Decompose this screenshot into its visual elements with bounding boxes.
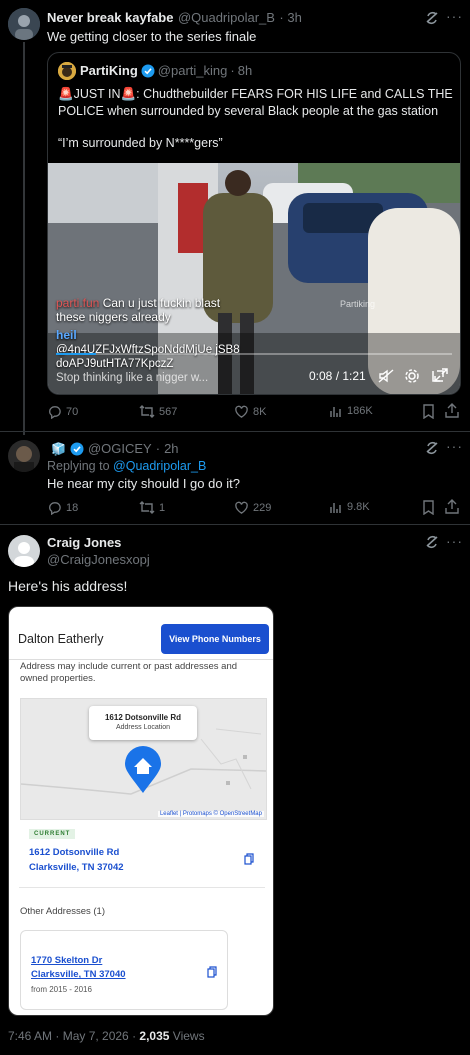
video-time: 0:08 / 1:21 bbox=[309, 369, 366, 383]
quote-text: 🚨JUST IN🚨: Chudthebuilder FEARS FOR HIS … bbox=[58, 87, 453, 118]
grok-icon[interactable] bbox=[424, 10, 440, 26]
grok-icon[interactable] bbox=[424, 440, 440, 456]
progress-track[interactable] bbox=[56, 353, 452, 355]
chat-username: parti.fun bbox=[56, 296, 100, 310]
tweet-time[interactable]: 2h bbox=[164, 441, 178, 456]
view-count: 9.8K bbox=[347, 501, 370, 513]
divider bbox=[0, 431, 470, 432]
map-popup-subtitle: Address Location bbox=[115, 724, 171, 731]
bookmark-icon[interactable] bbox=[422, 404, 435, 419]
share-icon[interactable] bbox=[445, 403, 459, 418]
reply-count: 18 bbox=[66, 501, 79, 514]
current-address-line1[interactable]: 1612 Dotsonville Rd bbox=[29, 847, 119, 858]
quote-text-line2: “I’m surrounded by N****gers” bbox=[58, 136, 223, 150]
reply-icon bbox=[49, 502, 61, 515]
author-name[interactable]: Never break kayfabe bbox=[47, 10, 173, 25]
share-icon[interactable] bbox=[445, 499, 459, 514]
repost-button[interactable]: 567 bbox=[139, 404, 177, 419]
tweet-text: Here's his address! bbox=[8, 578, 128, 594]
tweet-text: He near my city should I go do it? bbox=[47, 476, 240, 491]
tweet-timestamp[interactable]: 7:46 AM · May 7, 2026 · bbox=[8, 1029, 136, 1043]
current-address-line2[interactable]: Clarksville, TN 37042 bbox=[29, 862, 124, 873]
other-address-card[interactable]: 1770 Skelton Dr Clarksville, TN 37040 fr… bbox=[20, 930, 228, 1010]
map-pin-icon[interactable] bbox=[124, 746, 162, 794]
tweet-time[interactable]: 3h bbox=[287, 10, 301, 25]
repost-button[interactable]: 1 bbox=[139, 500, 165, 515]
copy-icon[interactable] bbox=[244, 853, 254, 865]
map-popup-address: 1612 Dotsonville Rd bbox=[104, 713, 182, 722]
map[interactable]: 1612 Dotsonville Rd Address Location Lea… bbox=[20, 698, 267, 820]
map-attribution: Leaflet | Protomaps © OpenStreetMap bbox=[157, 811, 264, 817]
reply-button[interactable]: 18 bbox=[47, 500, 78, 515]
current-badge: CURRENT bbox=[29, 829, 76, 839]
author-name[interactable]: Craig Jones bbox=[47, 535, 121, 550]
reply-icon bbox=[49, 406, 61, 419]
avatar[interactable] bbox=[8, 8, 40, 40]
heart-icon bbox=[235, 405, 248, 418]
other-address-line1[interactable]: 1770 Skelton Dr bbox=[31, 955, 102, 966]
replying-to-label: Replying to bbox=[47, 459, 110, 473]
analytics-icon bbox=[330, 407, 341, 417]
quote-author-handle: @parti_king bbox=[157, 63, 228, 78]
repost-count: 1 bbox=[159, 501, 166, 514]
view-phone-numbers-button[interactable]: View Phone Numbers bbox=[161, 624, 269, 654]
views-button[interactable]: 186K bbox=[329, 404, 373, 418]
repost-icon bbox=[139, 501, 155, 514]
tweet-text: We getting closer to the series finale bbox=[47, 29, 257, 44]
replying-to-handle[interactable]: @Quadripolar_B bbox=[113, 459, 206, 473]
author-handle[interactable]: @OGICEY bbox=[88, 441, 152, 456]
grok-icon[interactable] bbox=[424, 534, 440, 550]
thread-line bbox=[23, 42, 25, 435]
attached-image[interactable]: Dalton Eatherly View Phone Numbers Addre… bbox=[8, 606, 274, 1016]
author-handle[interactable]: @Quadripolar_B bbox=[178, 10, 275, 25]
settings-icon[interactable] bbox=[404, 368, 420, 384]
repost-icon bbox=[139, 405, 155, 418]
avatar[interactable] bbox=[8, 440, 40, 472]
more-icon[interactable]: ··· bbox=[446, 533, 463, 549]
other-address-dates: from 2015 - 2016 bbox=[31, 985, 92, 994]
mute-icon[interactable] bbox=[378, 368, 394, 384]
more-icon[interactable]: ··· bbox=[446, 8, 463, 24]
quote-time: 8h bbox=[237, 63, 253, 78]
avatar[interactable] bbox=[8, 535, 40, 567]
chat-message: Stop thinking like a nigger w... bbox=[56, 372, 209, 384]
chat-username: heil bbox=[56, 328, 77, 342]
repost-count: 567 bbox=[159, 405, 178, 418]
verified-badge-icon bbox=[141, 64, 155, 77]
map-popup: 1612 Dotsonville Rd Address Location bbox=[89, 706, 197, 740]
copy-icon[interactable] bbox=[207, 966, 217, 978]
reply-button[interactable]: 70 bbox=[47, 404, 78, 419]
quoted-tweet[interactable]: PartiKing @parti_king · 8h 🚨JUST IN🚨: Ch… bbox=[47, 52, 461, 395]
chat-message: @4n4UZFJxWftzSpoNddMjUe jSB8doAPJ9utHTA7… bbox=[56, 344, 240, 370]
heart-icon bbox=[235, 501, 248, 514]
address-note: Address may include current or past addr… bbox=[20, 661, 238, 684]
fullscreen-icon[interactable] bbox=[433, 367, 449, 383]
analytics-icon bbox=[330, 503, 341, 513]
other-address-line2[interactable]: Clarksville, TN 37040 bbox=[31, 969, 126, 980]
views-label: Views bbox=[172, 1029, 205, 1043]
views-count: 2,035 bbox=[139, 1029, 170, 1043]
reply-count: 70 bbox=[66, 405, 79, 418]
quote-author-name: PartiKing bbox=[80, 63, 138, 78]
divider bbox=[19, 887, 265, 888]
view-count: 186K bbox=[347, 405, 373, 417]
other-addresses-title: Other Addresses (1) bbox=[20, 906, 106, 917]
like-count: 229 bbox=[253, 501, 272, 514]
divider bbox=[9, 659, 273, 660]
verified-badge-icon bbox=[70, 442, 84, 455]
bookmark-icon[interactable] bbox=[422, 500, 435, 515]
progress-fill bbox=[56, 353, 96, 355]
like-count: 8K bbox=[253, 405, 267, 418]
like-button[interactable]: 8K bbox=[234, 404, 266, 419]
video-player[interactable]: parti.fun Can u just fuckin blast these … bbox=[48, 163, 460, 394]
more-icon[interactable]: ··· bbox=[446, 438, 463, 454]
person-name: Dalton Eatherly bbox=[18, 632, 104, 646]
ice-cube-icon: 🧊 bbox=[51, 441, 66, 456]
like-button[interactable]: 229 bbox=[234, 500, 271, 515]
views-button[interactable]: 9.8K bbox=[329, 500, 370, 514]
video-watermark: Partiking bbox=[340, 299, 376, 309]
author-handle[interactable]: @CraigJonesxopj bbox=[47, 552, 150, 567]
avatar bbox=[58, 62, 76, 80]
divider bbox=[0, 524, 470, 525]
